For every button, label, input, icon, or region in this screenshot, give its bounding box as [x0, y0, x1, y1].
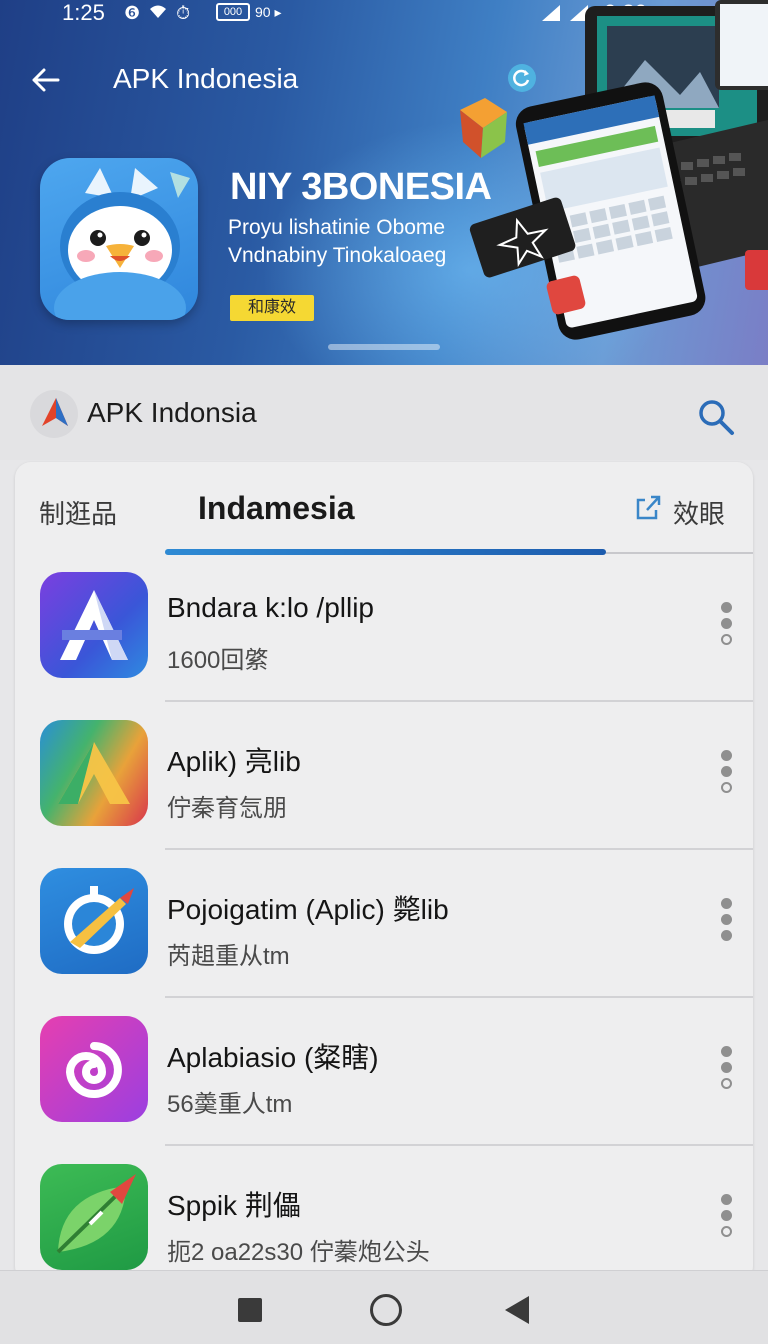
hero-subtitle-1: Proyu lishatinie Obome	[228, 216, 446, 239]
wifi-icon	[148, 3, 168, 24]
app-title: Bndara k:lo /pllip	[167, 592, 375, 623]
mascot-app-icon	[40, 158, 198, 320]
tab-left[interactable]: 制逛品	[39, 494, 117, 531]
app-subtitle: 佇秦育忥朋	[167, 795, 287, 822]
app-list-card: 制逛品 Indamesia 效眼 Bndara k:lo /pllip 1600…	[15, 462, 753, 1282]
share-icon[interactable]	[633, 492, 663, 522]
tab-bar: 制逛品 Indamesia 效眼	[15, 462, 753, 555]
brand-name: APK Indonsia	[87, 397, 257, 428]
status-extra: 90 ▸	[255, 4, 282, 20]
devices-illustration	[460, 0, 768, 340]
battery-icon: 000	[216, 3, 250, 21]
hero-badge[interactable]: 和康效	[230, 295, 314, 321]
app-subtitle: 扼2 oa22s30 佇蓁炮公头	[167, 1239, 430, 1266]
hero-title: APK Indonesia	[113, 63, 299, 94]
app-icon-d	[40, 1016, 148, 1122]
recents-button[interactable]	[238, 1298, 262, 1322]
app-title: Pojoigatim (Aplic) 斃lib	[167, 894, 449, 925]
carousel-indicator	[328, 344, 440, 350]
hero-banner: 1:25 ❻ ⏱ 000 90 ▸ 0:30 APK Indonesia	[0, 0, 768, 365]
app-subtitle: 芮趄重从tm	[167, 943, 290, 970]
app-icon-b	[40, 720, 148, 826]
list-item[interactable]: Bndara k:lo /pllip 1600回綮	[15, 554, 753, 702]
status-time: 1:25	[62, 0, 105, 25]
brand-logo-icon	[30, 390, 78, 438]
status-icons: ❻ ⏱	[124, 3, 190, 24]
hero-heading: NIY 3BONESIA	[230, 166, 492, 208]
search-icon[interactable]	[696, 397, 736, 437]
app-title: Sppik 荆儡	[167, 1190, 301, 1221]
app-subtitle: 1600回綮	[167, 647, 269, 674]
list-item[interactable]: Pojoigatim (Aplic) 斃lib 芮趄重从tm	[15, 850, 753, 998]
more-options-icon[interactable]	[715, 750, 739, 796]
back-button[interactable]	[505, 1296, 529, 1324]
more-options-icon[interactable]	[715, 898, 739, 944]
app-title: Aplabiasio (粲瞎)	[167, 1042, 379, 1073]
tab-right[interactable]: 效眼	[673, 494, 725, 531]
hero-subtitle-2: Vndnabiny Tinokaloaeg	[228, 244, 447, 267]
notification-icon: ❻	[124, 3, 141, 23]
app-icon-c	[40, 868, 148, 974]
more-options-icon[interactable]	[715, 1046, 739, 1092]
more-options-icon[interactable]	[715, 1194, 739, 1240]
app-title: Aplik) 亮lib	[167, 746, 301, 777]
tab-active[interactable]: Indamesia	[198, 490, 355, 527]
app-icon-a	[40, 572, 148, 678]
home-button[interactable]	[370, 1294, 402, 1326]
list-item[interactable]: Sppik 荆儡 扼2 oa22s30 佇蓁炮公头	[15, 1146, 753, 1282]
app-subtitle: 56羮重人tm	[167, 1091, 293, 1118]
list-item[interactable]: Aplik) 亮lib 佇秦育忥朋	[15, 702, 753, 850]
more-options-icon[interactable]	[715, 602, 739, 648]
app-icon-e	[40, 1164, 148, 1270]
back-arrow-icon[interactable]	[28, 62, 64, 98]
list-item[interactable]: Aplabiasio (粲瞎) 56羮重人tm	[15, 998, 753, 1146]
alarm-icon: ⏱	[176, 3, 191, 23]
